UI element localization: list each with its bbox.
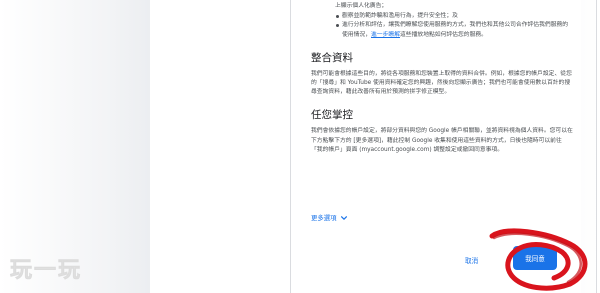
list-item-text: 觀察並防範詐騙和濫用行為，提升安全性；及 bbox=[342, 13, 458, 20]
more-options-label: 更多選項 bbox=[311, 214, 337, 222]
chevron-down-icon bbox=[340, 215, 347, 220]
dialog-content: 上顯示個人化廣告； 觀察並防範詐騙和濫用行為，提升安全性；及 進行分析和評估，讓… bbox=[311, 0, 573, 155]
consent-dialog: 上顯示個人化廣告； 觀察並防範詐騙和濫用行為，提升安全性；及 進行分析和評估，讓… bbox=[293, 0, 581, 293]
agree-button[interactable]: 我同意 bbox=[513, 246, 557, 270]
list-item: 進行分析和評估，讓我們瞭解您使用服務的方式，我們也和其他公司合作評估我們服務的使… bbox=[311, 21, 573, 39]
intro-line: 上顯示個人化廣告； bbox=[335, 3, 388, 9]
background-left bbox=[0, 0, 150, 293]
cancel-button[interactable]: 取消 bbox=[465, 255, 478, 265]
learn-more-link[interactable]: 進一步瞭解 bbox=[371, 32, 400, 38]
section-body-you-control: 我們會依據您的帳戶設定，將部分資料與您的 Google 帳戶相關聯，並將資料視為… bbox=[311, 128, 573, 153]
purpose-list: 觀察並防範詐騙和濫用行為，提升安全性；及 進行分析和評估，讓我們瞭解您使用服務的… bbox=[311, 12, 573, 40]
dialog-right-edge bbox=[596, 0, 597, 293]
section-body-combine-data: 我們可能會根據這些目的，將從各項服務和您裝置上取得的資料合併。例如，根據您的帳戶… bbox=[311, 70, 572, 96]
list-item-text-after: 這些播放地點如何評估您的服務。 bbox=[400, 31, 487, 38]
list-item: 觀察並防範詐騙和濫用行為，提升安全性；及 bbox=[311, 12, 573, 21]
section-title-combine-data: 整合資料 bbox=[311, 51, 353, 64]
more-options-button[interactable]: 更多選項 bbox=[311, 213, 348, 222]
dialog-left-edge bbox=[290, 0, 291, 293]
section-title-you-control: 任您掌控 bbox=[311, 109, 353, 122]
